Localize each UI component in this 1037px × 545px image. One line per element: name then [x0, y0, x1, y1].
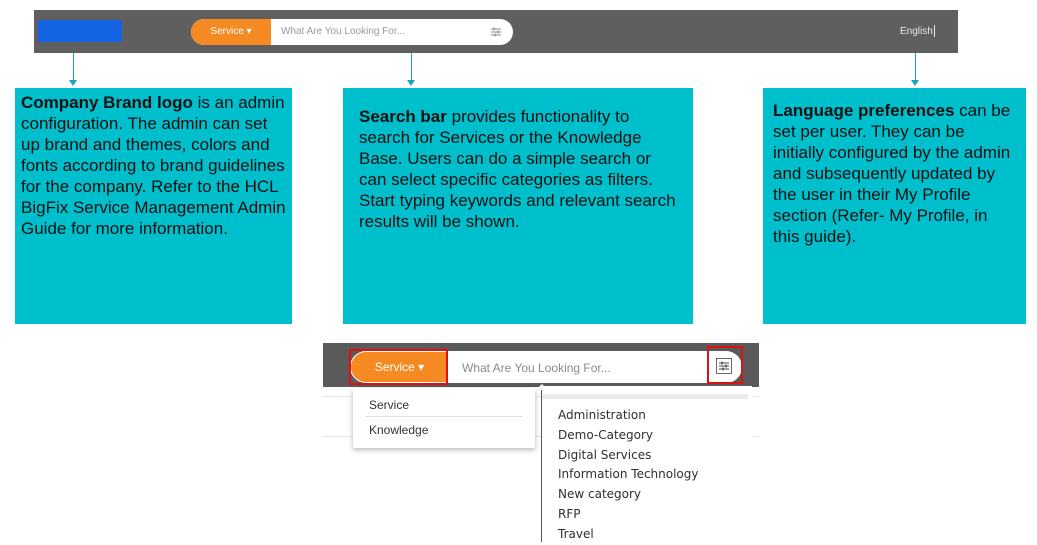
connector-line — [411, 53, 412, 81]
category-dropdown: Administration Demo-Category Digital Ser… — [536, 384, 752, 545]
callout-title: Company Brand logo — [21, 93, 193, 112]
service-scope-label: Service — [210, 26, 244, 37]
category-item[interactable]: Travel — [558, 525, 699, 545]
callout-search-bar: Search bar provides functionality to sea… — [343, 88, 693, 324]
callout-text: is an admin configuration. The admin can… — [21, 93, 286, 238]
category-item[interactable]: Administration — [558, 406, 699, 426]
top-header-bar: Service ▾ What Are You Looking For... En… — [34, 10, 958, 53]
callout-brand-logo: Company Brand logo is an admin configura… — [15, 88, 292, 324]
arrow-down-icon — [69, 80, 77, 86]
category-list: Administration Demo-Category Digital Ser… — [558, 406, 699, 545]
highlight-box — [349, 349, 448, 385]
language-selector[interactable]: English — [900, 26, 933, 37]
category-item[interactable]: Demo-Category — [558, 426, 699, 446]
divider — [934, 25, 935, 37]
callout-title: Language preferences — [773, 101, 955, 120]
zoomed-search-input[interactable]: What Are You Looking For... — [462, 361, 611, 375]
search-input[interactable]: What Are You Looking For... — [281, 19, 405, 45]
caret-down-icon: ▾ — [246, 26, 252, 37]
category-item[interactable]: RFP — [558, 505, 699, 525]
dropdown-pointer — [536, 384, 548, 390]
dropdown-header — [542, 394, 748, 399]
divider — [365, 416, 523, 417]
category-item[interactable]: Information Technology — [558, 465, 699, 485]
scope-option-knowledge[interactable]: Knowledge — [369, 423, 428, 437]
filter-sliders-icon[interactable] — [490, 26, 502, 38]
service-scope-button[interactable]: Service ▾ — [191, 19, 271, 45]
callout-text: can be set per user. They can be initial… — [773, 101, 1011, 246]
callout-text-2: Start typing keywords and relevant searc… — [359, 191, 676, 231]
arrow-down-icon — [407, 80, 415, 86]
callout-title: Search bar — [359, 107, 447, 126]
category-item[interactable]: New category — [558, 485, 699, 505]
search-bar: Service ▾ What Are You Looking For... — [191, 19, 513, 45]
arrow-down-icon — [911, 80, 919, 86]
callout-language: Language preferences can be set per user… — [763, 88, 1026, 324]
connector-line — [915, 53, 916, 81]
highlight-box — [707, 346, 743, 384]
connector-line — [73, 53, 74, 81]
scope-dropdown: Service Knowledge — [353, 388, 535, 448]
scope-option-service[interactable]: Service — [369, 398, 409, 412]
company-logo[interactable] — [38, 20, 122, 42]
category-item[interactable]: Digital Services — [558, 446, 699, 466]
